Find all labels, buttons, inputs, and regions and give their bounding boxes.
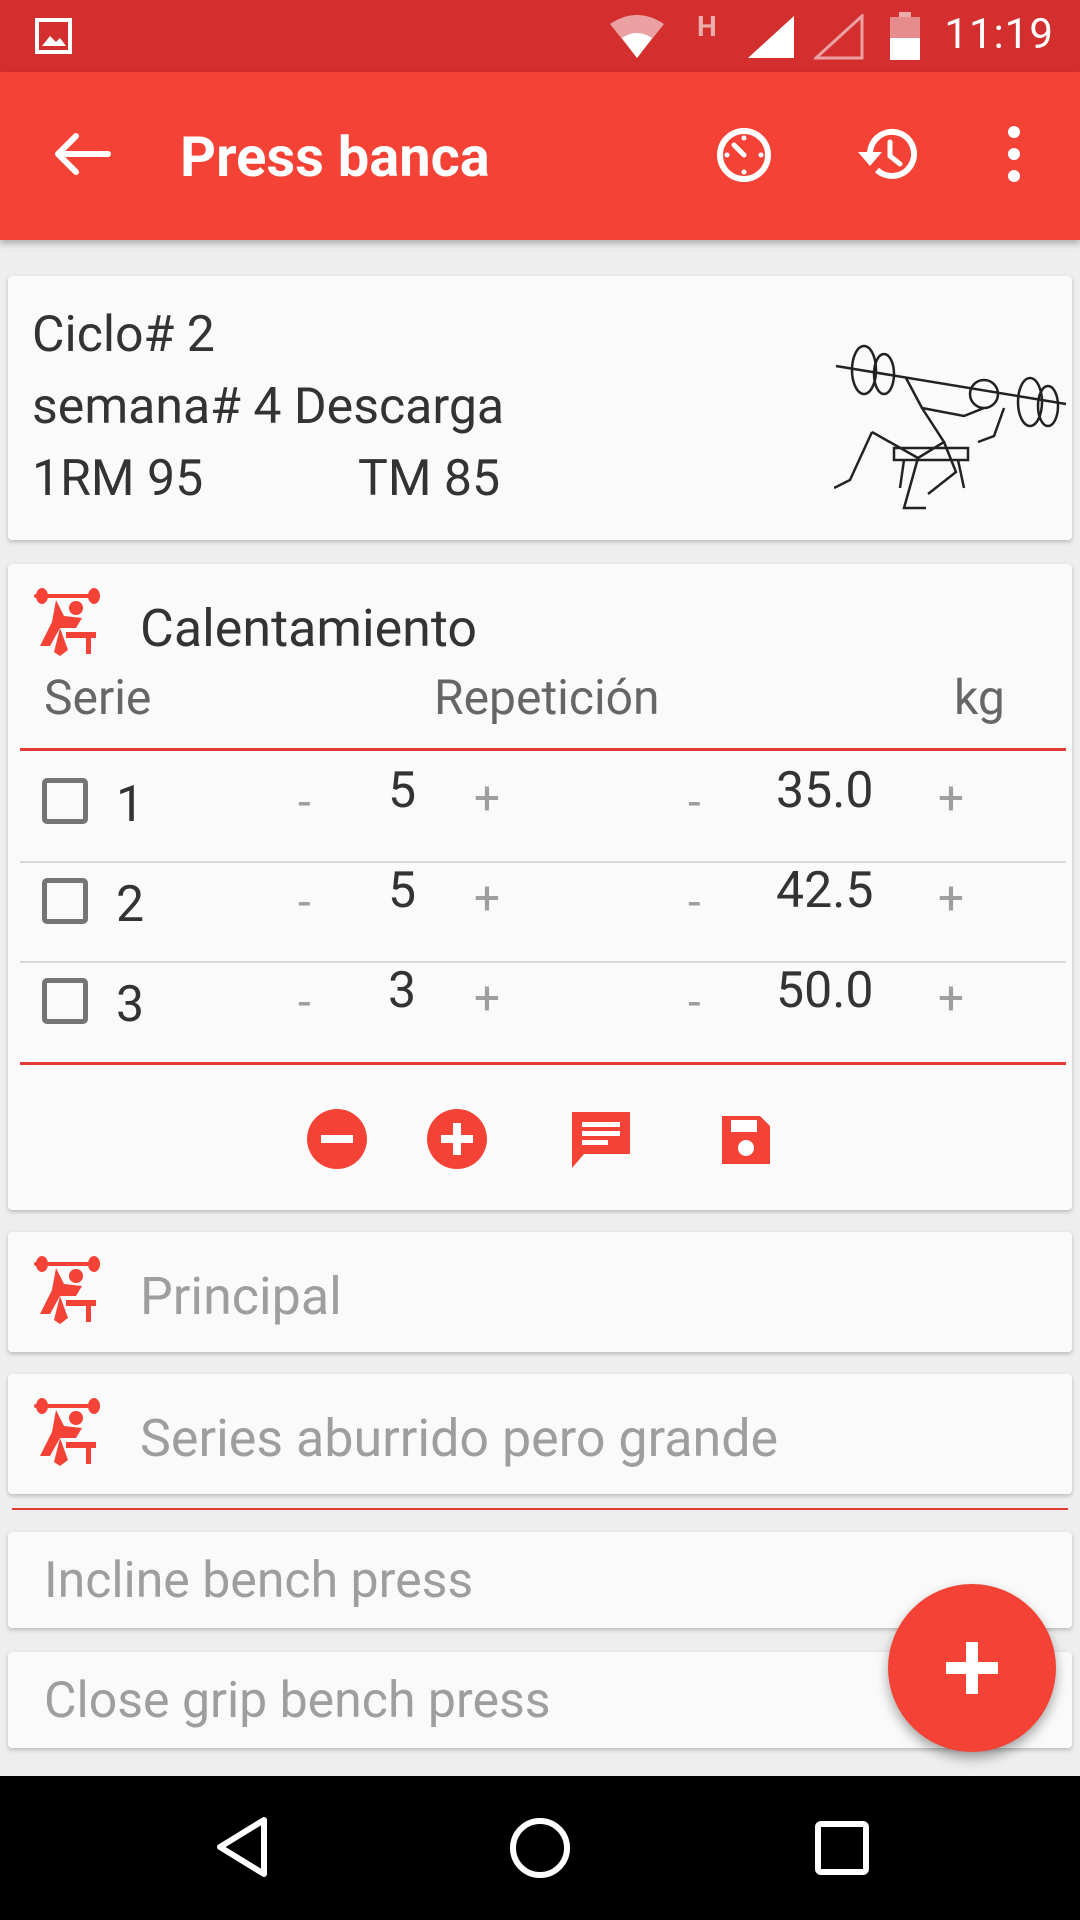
kg-decrement-button[interactable]: - — [688, 876, 701, 930]
reps-value: 3 — [388, 962, 417, 1020]
set-checkbox[interactable] — [42, 778, 88, 824]
add-exercise-fab[interactable] — [888, 1584, 1056, 1752]
reps-decrement-button[interactable]: - — [298, 776, 311, 830]
timer-icon[interactable] — [714, 124, 774, 184]
week-label: semana# 4 Descarga — [32, 378, 505, 436]
signal-icon — [748, 16, 794, 58]
bench-press-illustration-icon — [834, 344, 1067, 510]
network-type-label: H — [697, 10, 717, 43]
reps-decrement-button[interactable]: - — [298, 976, 311, 1030]
kg-value: 35.0 — [776, 762, 874, 820]
bench-press-icon — [34, 1398, 100, 1466]
plus-icon — [946, 1642, 998, 1694]
kg-value: 50.0 — [776, 962, 874, 1020]
section-title: Principal — [140, 1266, 342, 1327]
warmup-title: Calentamiento — [140, 598, 478, 659]
back-nav-icon[interactable] — [212, 1814, 272, 1880]
principal-section-card[interactable]: Principal — [8, 1232, 1072, 1352]
table-row: 1 - 5 + - 35.0 + — [8, 752, 1072, 852]
remove-set-button[interactable] — [306, 1108, 368, 1170]
set-number: 1 — [116, 776, 145, 834]
kg-increment-button[interactable]: + — [938, 972, 964, 1026]
kg-decrement-button[interactable]: - — [688, 976, 701, 1030]
reps-value: 5 — [388, 762, 417, 820]
back-arrow-icon[interactable] — [52, 130, 114, 178]
reps-increment-button[interactable]: + — [474, 772, 500, 826]
column-header-kg: kg — [954, 669, 1005, 726]
accessories-divider — [12, 1508, 1068, 1510]
clock: 11:19 — [944, 10, 1054, 59]
table-row: 2 - 5 + - 42.5 + — [8, 852, 1072, 952]
page-title: Press banca — [180, 124, 490, 190]
home-nav-icon[interactable] — [508, 1816, 572, 1880]
kg-decrement-button[interactable]: - — [688, 776, 701, 830]
section-title: Series aburrido pero grande — [140, 1408, 779, 1469]
set-number: 3 — [116, 976, 145, 1034]
reps-increment-button[interactable]: + — [474, 872, 500, 926]
history-icon[interactable] — [852, 124, 918, 184]
column-header-reps: Repetición — [434, 669, 660, 726]
kg-increment-button[interactable]: + — [938, 872, 964, 926]
set-number: 2 — [116, 876, 145, 934]
one-rm-label: 1RM 95 — [32, 450, 204, 508]
bench-press-icon — [34, 588, 100, 656]
column-header-serie: Serie — [44, 669, 152, 726]
save-icon[interactable] — [718, 1112, 774, 1168]
accessory-title: Close grip bench press — [44, 1672, 551, 1730]
set-checkbox[interactable] — [42, 878, 88, 924]
reps-increment-button[interactable]: + — [474, 972, 500, 1026]
overflow-menu-icon[interactable] — [1004, 124, 1024, 184]
signal-secondary-icon — [814, 14, 864, 60]
warmup-card: Calentamiento Serie Repetición kg 1 - 5 … — [8, 564, 1072, 1210]
training-max-label: TM 85 — [358, 450, 501, 508]
image-notification-icon — [35, 18, 72, 54]
set-checkbox[interactable] — [42, 978, 88, 1024]
cycle-label: Ciclo# 2 — [32, 306, 215, 364]
header-divider — [20, 748, 1066, 751]
reps-decrement-button[interactable]: - — [298, 876, 311, 930]
table-row: 3 - 3 + - 50.0 + — [8, 952, 1072, 1052]
bench-press-icon — [34, 1256, 100, 1324]
comment-icon[interactable] — [568, 1108, 634, 1172]
add-set-button[interactable] — [426, 1108, 488, 1170]
battery-icon — [890, 12, 920, 60]
recents-nav-icon[interactable] — [814, 1820, 870, 1876]
wifi-icon — [610, 15, 664, 58]
kg-value: 42.5 — [776, 862, 874, 920]
table-bottom-divider — [20, 1062, 1066, 1065]
status-bar: H 11:19 — [0, 0, 1080, 72]
kg-increment-button[interactable]: + — [938, 772, 964, 826]
system-nav-bar — [0, 1776, 1080, 1920]
reps-value: 5 — [388, 862, 417, 920]
cycle-info-card: Ciclo# 2 semana# 4 Descarga 1RM 95 TM 85 — [8, 276, 1072, 540]
app-bar: Press banca — [0, 72, 1080, 240]
bbb-section-card[interactable]: Series aburrido pero grande — [8, 1374, 1072, 1494]
accessory-title: Incline bench press — [44, 1552, 474, 1610]
